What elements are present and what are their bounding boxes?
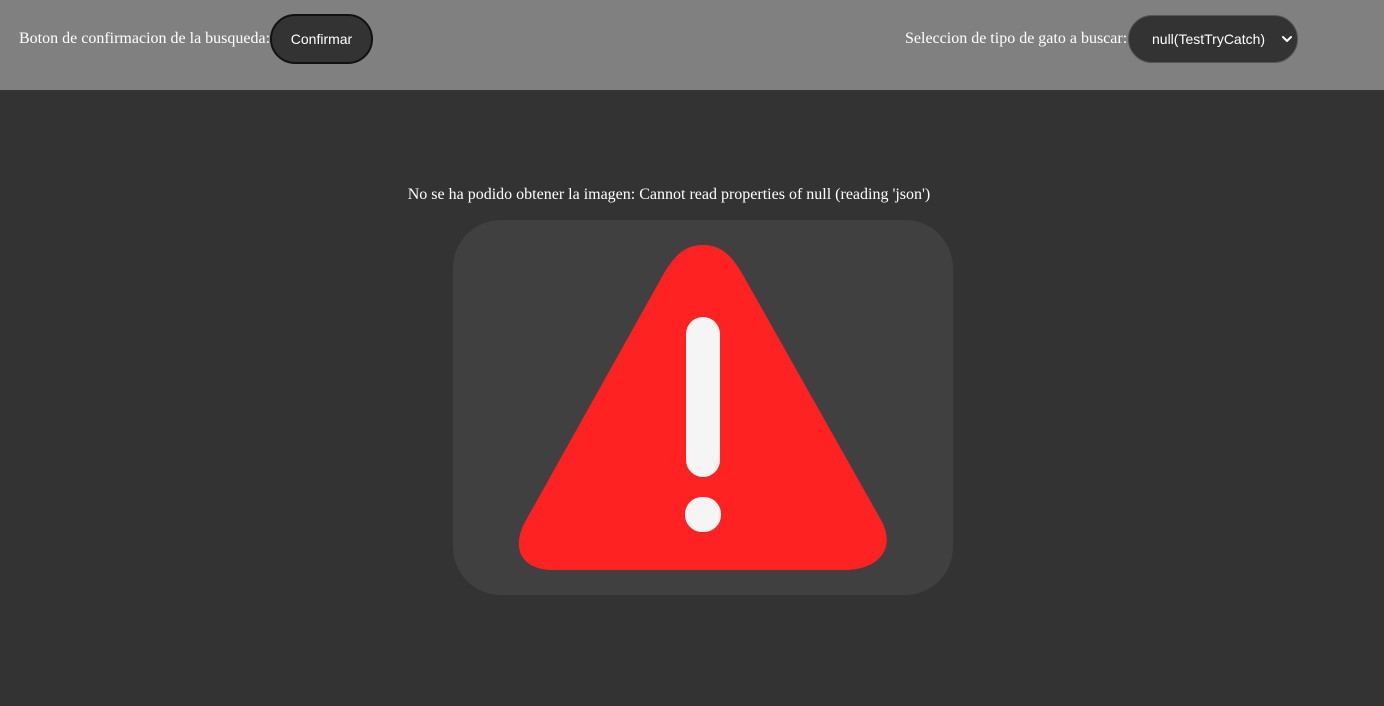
- error-image-frame: [453, 220, 953, 595]
- warning-triangle-icon: [518, 245, 887, 570]
- cat-type-select[interactable]: null(TestTryCatch): [1128, 15, 1298, 63]
- confirm-label: Boton de confirmacion de la busqueda:: [19, 30, 271, 47]
- cat-type-select-value: null(TestTryCatch): [1152, 31, 1266, 47]
- header-bar: Boton de confirmacion de la busqueda: Co…: [0, 0, 1384, 90]
- confirm-button[interactable]: Confirmar: [270, 14, 373, 64]
- error-message: No se ha podido obtener la imagen: Canno…: [407, 186, 931, 203]
- chevron-down-icon: [1282, 36, 1292, 42]
- exclamation-bar: [686, 317, 720, 477]
- exclamation-dot: [685, 497, 721, 532]
- cat-type-label: Seleccion de tipo de gato a buscar:: [905, 30, 1128, 47]
